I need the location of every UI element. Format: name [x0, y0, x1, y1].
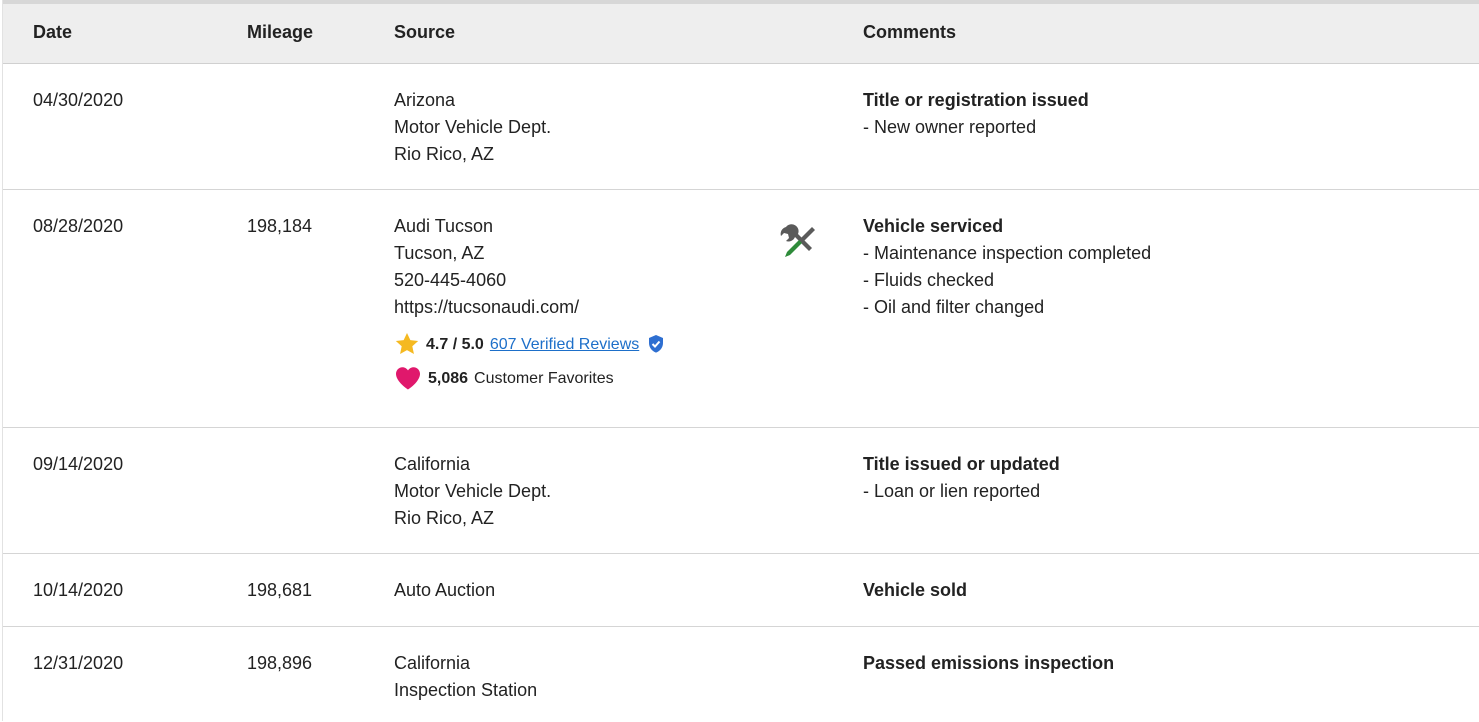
row-source: California Motor Vehicle Dept. Rio Rico,…: [394, 451, 551, 532]
source-line: Audi Tucson: [394, 216, 494, 236]
row-comments: Vehicle sold: [863, 577, 967, 604]
source-line: Rio Rico, AZ: [394, 144, 495, 164]
comment-title: Vehicle serviced: [863, 216, 1004, 236]
row-source: Audi Tucson Tucson, AZ 520-445-4060 http…: [394, 213, 671, 391]
comment-item: - Loan or lien reported: [863, 481, 1041, 501]
header-mileage: Mileage: [247, 22, 314, 42]
source-url: https://tucsonaudi.com/: [394, 297, 580, 317]
row-date: 12/31/2020: [33, 653, 124, 673]
row-comments: Passed emissions inspection: [863, 650, 1114, 677]
rating-line: 4.7 / 5.0 607 Verified Reviews: [394, 331, 671, 357]
row-mileage: 198,896: [247, 653, 313, 673]
header-source: Source: [394, 22, 456, 42]
source-line: Rio Rico, AZ: [394, 508, 495, 528]
row-mileage: 198,184: [247, 216, 313, 236]
source-line: Auto Auction: [394, 580, 496, 600]
source-line: Arizona: [394, 90, 456, 110]
source-line: Tucson, AZ: [394, 243, 485, 263]
row-source: California Inspection Station: [394, 650, 537, 704]
verified-reviews-link[interactable]: 607 Verified Reviews: [490, 331, 639, 358]
source-line: 520-445-4060: [394, 270, 507, 290]
table-row: 04/30/2020 Arizona Motor Vehicle Dept. R…: [3, 64, 1479, 190]
row-source: Arizona Motor Vehicle Dept. Rio Rico, AZ: [394, 87, 551, 168]
table-row: 12/31/2020 198,896 California Inspection…: [3, 627, 1479, 721]
row-mileage: 198,681: [247, 580, 313, 600]
header-date: Date: [33, 22, 73, 42]
rating-value: 4.7 / 5.0: [426, 335, 484, 353]
favorites-line: 5,086 Customer Favorites: [394, 365, 671, 391]
comment-title: Title issued or updated: [863, 454, 1060, 474]
comment-item: - Oil and filter changed: [863, 297, 1045, 317]
row-comments: Title or registration issued - New owner…: [863, 87, 1089, 141]
source-line: California: [394, 454, 471, 474]
source-line: Motor Vehicle Dept.: [394, 481, 552, 501]
vehicle-history-table: Date Mileage Source Comments 04/30/2020 …: [2, 0, 1479, 721]
favorites-label: Customer Favorites: [474, 369, 614, 387]
table-row: 08/28/2020 198,184 Audi Tucson Tucson, A…: [3, 190, 1479, 428]
header-comments: Comments: [863, 22, 957, 42]
table-header: Date Mileage Source Comments: [3, 0, 1479, 64]
comment-item: - Fluids checked: [863, 270, 995, 290]
heart-icon: [396, 367, 420, 390]
row-date: 10/14/2020: [33, 580, 124, 600]
wrench-screwdriver-icon: [780, 224, 815, 257]
source-line: Motor Vehicle Dept.: [394, 117, 552, 137]
comment-title: Vehicle sold: [863, 580, 968, 600]
row-source: Auto Auction: [394, 577, 495, 604]
row-date: 09/14/2020: [33, 454, 124, 474]
table-row: 10/14/2020 198,681 Auto Auction Vehicle …: [3, 554, 1479, 627]
comment-item: - Maintenance inspection completed: [863, 243, 1152, 263]
source-line: California: [394, 653, 471, 673]
row-date: 08/28/2020: [33, 216, 124, 236]
table-row: 09/14/2020 California Motor Vehicle Dept…: [3, 428, 1479, 554]
star-icon: [395, 332, 419, 354]
verified-shield-icon: [649, 335, 664, 353]
comment-title: Title or registration issued: [863, 90, 1089, 110]
row-comments: Title issued or updated - Loan or lien r…: [863, 451, 1060, 505]
favorites-count: 5,086: [428, 369, 469, 387]
comment-item: - New owner reported: [863, 117, 1037, 137]
row-date: 04/30/2020: [33, 90, 124, 110]
comment-title: Passed emissions inspection: [863, 653, 1115, 673]
row-comments: Vehicle serviced - Maintenance inspectio…: [863, 213, 1151, 321]
source-line: Inspection Station: [394, 680, 538, 700]
